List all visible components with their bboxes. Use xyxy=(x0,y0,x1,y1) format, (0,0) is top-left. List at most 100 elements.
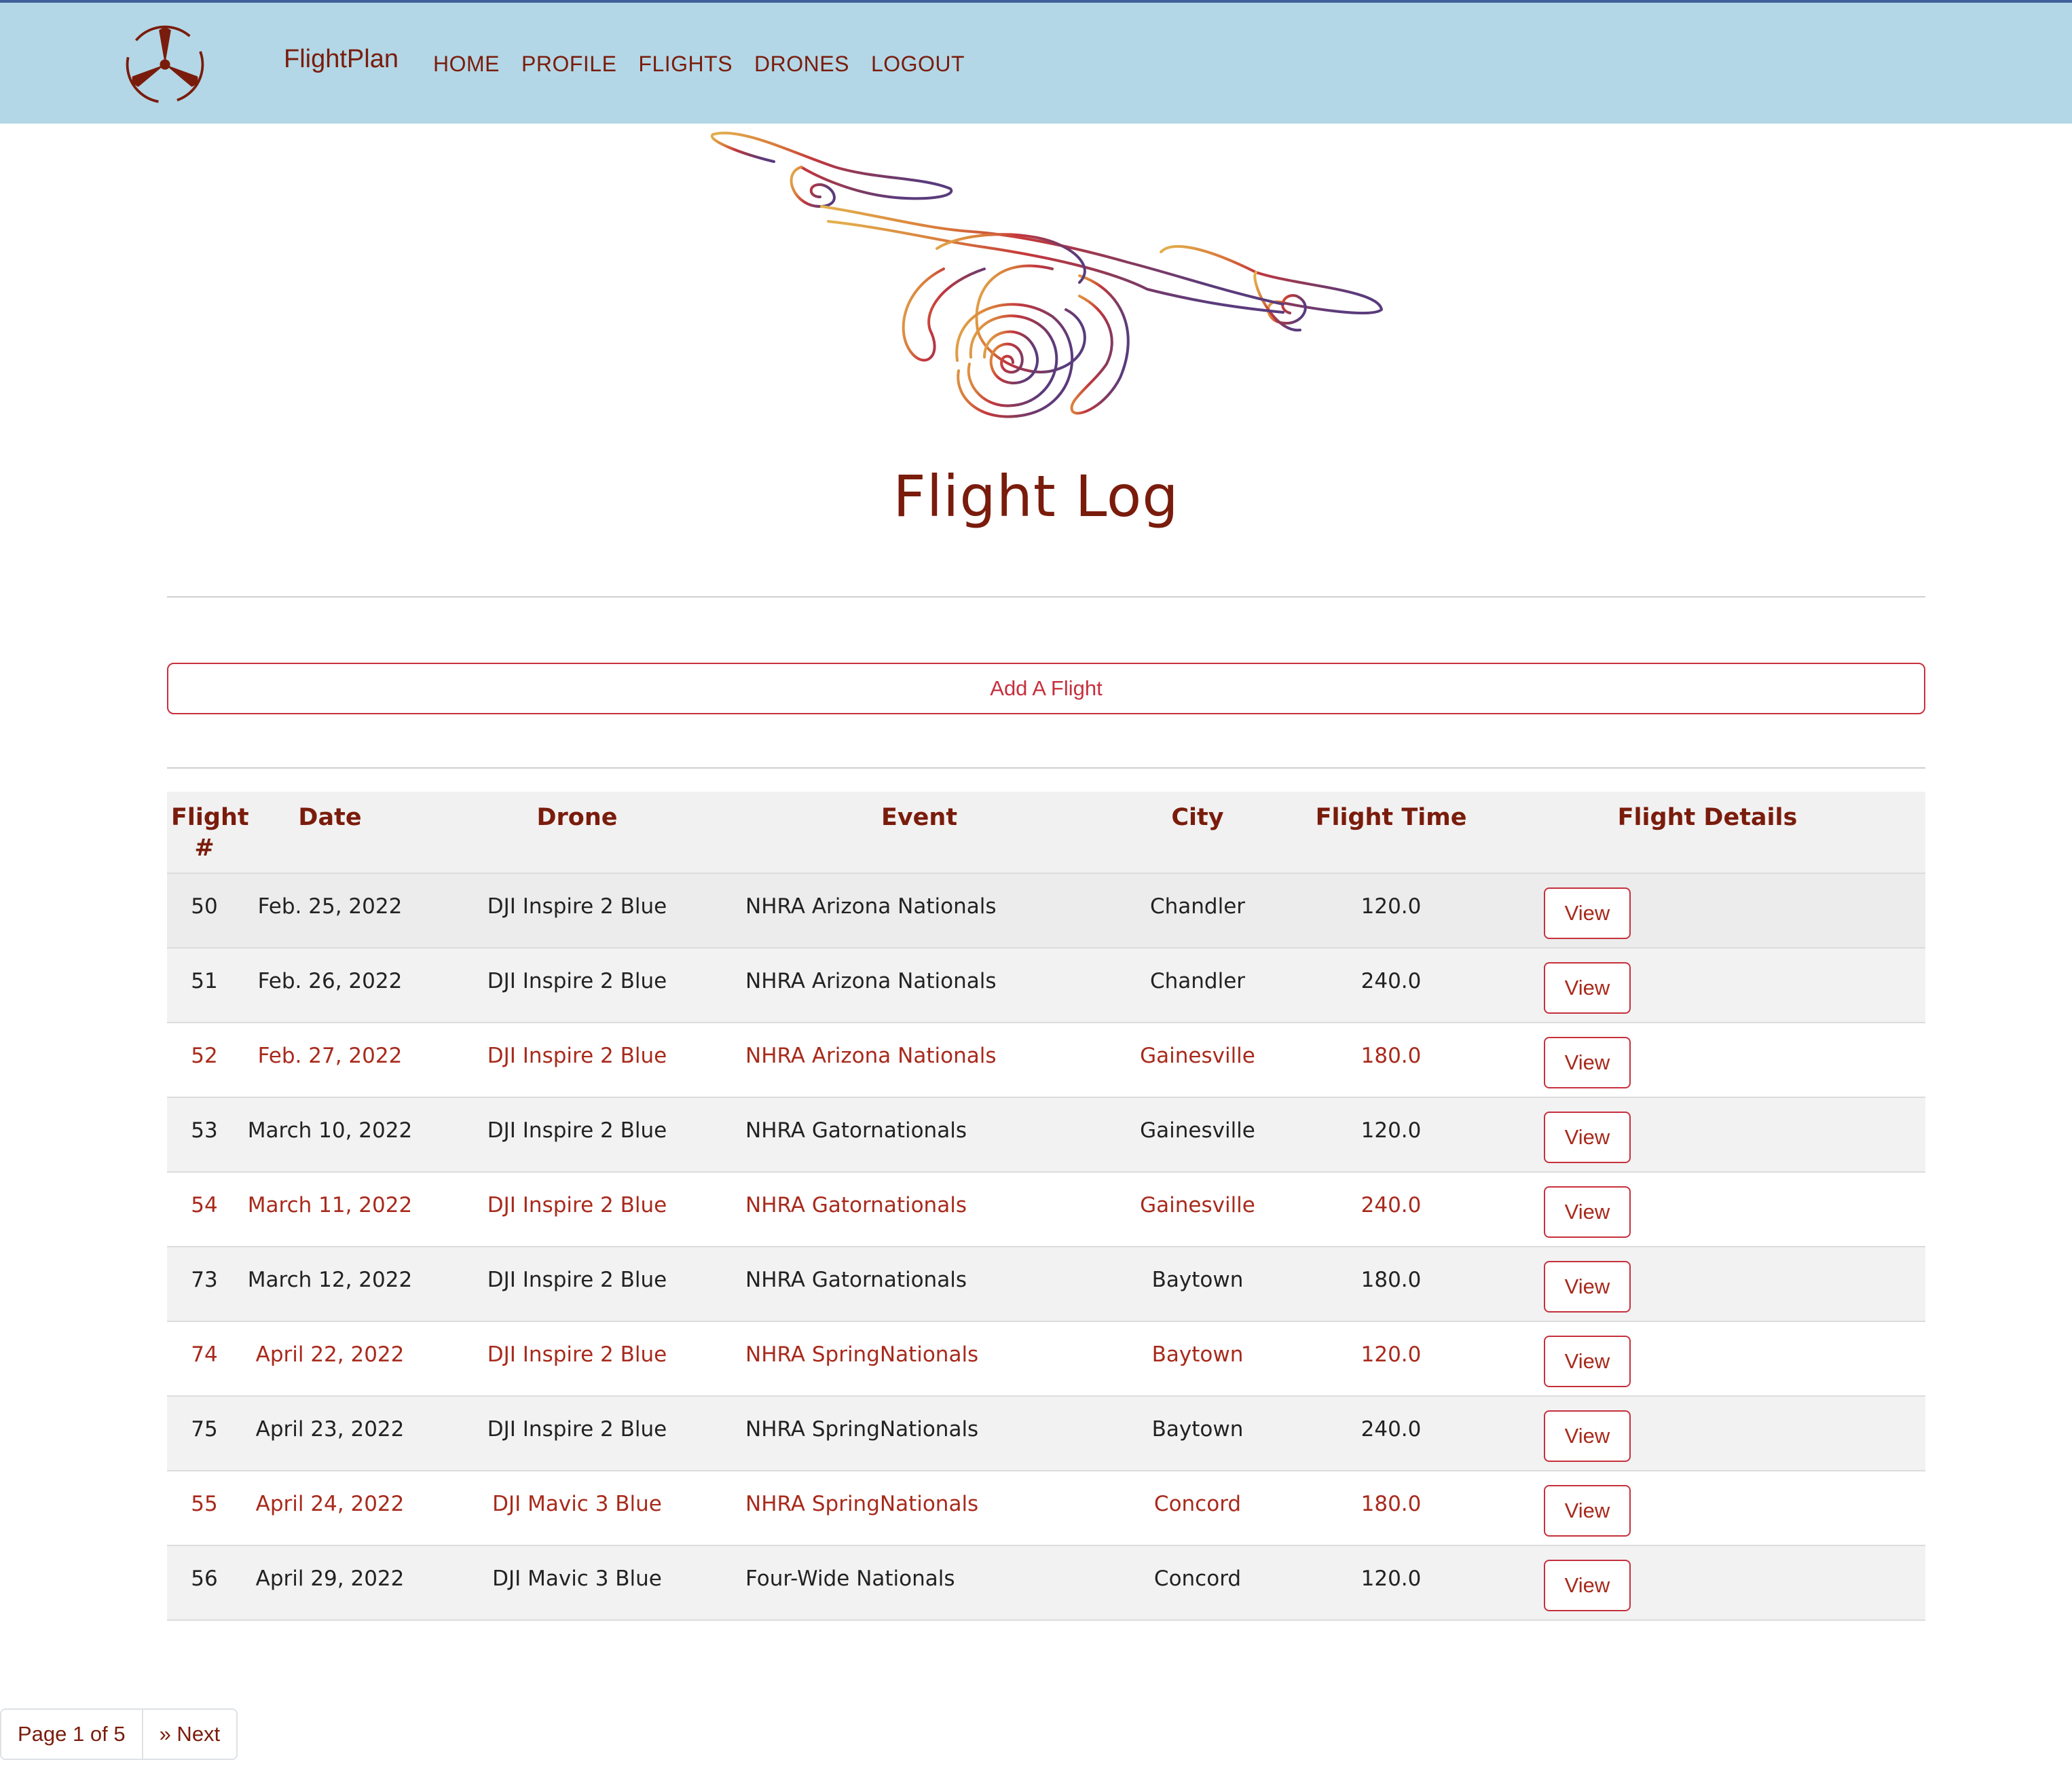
cell-event: NHRA SpringNationals xyxy=(736,1321,1103,1397)
view-flight-button[interactable]: View xyxy=(1544,1485,1631,1537)
cell-flight-number: 54 xyxy=(167,1172,242,1247)
cell-drone: DJI Mavic 3 Blue xyxy=(418,1471,736,1546)
table-row: 51 Feb. 26, 2022 DJI Inspire 2 Blue NHRA Ar… xyxy=(167,948,1925,1023)
cell-date: April 29, 2022 xyxy=(242,1545,418,1621)
table-row: 55 April 24, 2022 DJI Mavic 3 Blue NHRA Spr… xyxy=(167,1471,1925,1546)
cell-drone: DJI Inspire 2 Blue xyxy=(418,1247,736,1322)
cell-drone: DJI Inspire 2 Blue xyxy=(418,948,736,1023)
page-indicator: Page 1 of 5 xyxy=(1,1710,143,1759)
cell-event: NHRA Gatornationals xyxy=(736,1247,1103,1322)
cell-flight-details: View xyxy=(1490,873,1925,949)
cell-flight-time: 120.0 xyxy=(1293,873,1490,949)
nav-drones-link[interactable]: DRONES xyxy=(754,52,849,77)
cell-flight-details: View xyxy=(1490,1471,1925,1546)
cell-flight-number: 53 xyxy=(167,1097,242,1173)
cell-flight-time: 120.0 xyxy=(1293,1097,1490,1173)
table-row: 75 April 23, 2022 DJI Inspire 2 Blue NHRA S… xyxy=(167,1396,1925,1471)
next-page-link[interactable]: » Next xyxy=(143,1710,237,1759)
header-event[interactable]: Event xyxy=(736,792,1103,874)
cell-flight-time: 180.0 xyxy=(1293,1471,1490,1546)
table-row: 54 March 11, 2022 DJI Inspire 2 Blue NHRA G… xyxy=(167,1172,1925,1247)
view-flight-button[interactable]: View xyxy=(1544,962,1631,1014)
cell-flight-time: 240.0 xyxy=(1293,1172,1490,1247)
view-flight-button[interactable]: View xyxy=(1544,1261,1631,1313)
cell-flight-number: 74 xyxy=(167,1321,242,1397)
nav-logout-link[interactable]: LOGOUT xyxy=(871,52,965,77)
cell-event: NHRA Gatornationals xyxy=(736,1097,1103,1173)
cell-event: NHRA SpringNationals xyxy=(736,1471,1103,1546)
table-header-row: Flight # Date Drone Event City Flight Ti… xyxy=(167,792,1925,874)
view-flight-button[interactable]: View xyxy=(1544,1336,1631,1387)
table-row: 52 Feb. 27, 2022 DJI Inspire 2 Blue NHRA Ar… xyxy=(167,1023,1925,1098)
view-flight-button[interactable]: View xyxy=(1544,1560,1631,1611)
table-row: 74 April 22, 2022 DJI Inspire 2 Blue NHRA S… xyxy=(167,1321,1925,1397)
cell-event: NHRA Arizona Nationals xyxy=(736,1023,1103,1098)
cell-flight-time: 240.0 xyxy=(1293,1396,1490,1471)
cell-flight-number: 51 xyxy=(167,948,242,1023)
nav-flights-link[interactable]: FLIGHTS xyxy=(638,52,733,77)
view-flight-button[interactable]: View xyxy=(1544,1186,1631,1238)
header-flight-number[interactable]: Flight # xyxy=(167,792,249,874)
cell-date: April 22, 2022 xyxy=(242,1321,418,1397)
cell-flight-details: View xyxy=(1490,1097,1925,1173)
cell-event: NHRA SpringNationals xyxy=(736,1396,1103,1471)
cell-city: Gainesville xyxy=(1103,1097,1293,1173)
cell-date: April 24, 2022 xyxy=(242,1471,418,1546)
flights-table: Flight # Date Drone Event City Flight Ti… xyxy=(167,792,1925,1621)
view-flight-button[interactable]: View xyxy=(1544,1410,1631,1462)
cell-drone: DJI Inspire 2 Blue xyxy=(418,1396,736,1471)
cell-date: Feb. 26, 2022 xyxy=(242,948,418,1023)
cell-city: Chandler xyxy=(1103,873,1293,949)
cell-drone: DJI Inspire 2 Blue xyxy=(418,1172,736,1247)
cell-event: NHRA Arizona Nationals xyxy=(736,873,1103,949)
cell-flight-number: 73 xyxy=(167,1247,242,1322)
cell-flight-time: 180.0 xyxy=(1293,1247,1490,1322)
view-flight-button[interactable]: View xyxy=(1544,1037,1631,1088)
header-flight-time[interactable]: Flight Time xyxy=(1293,792,1490,874)
cell-date: March 12, 2022 xyxy=(242,1247,418,1322)
drone-line-art xyxy=(710,131,1383,418)
cell-flight-number: 55 xyxy=(167,1471,242,1546)
cell-flight-time: 240.0 xyxy=(1293,948,1490,1023)
cell-flight-time: 120.0 xyxy=(1293,1321,1490,1397)
cell-flight-details: View xyxy=(1490,1396,1925,1471)
header-date[interactable]: Date xyxy=(242,792,418,874)
divider xyxy=(167,596,1925,598)
cell-city: Chandler xyxy=(1103,948,1293,1023)
cell-city: Concord xyxy=(1103,1545,1293,1621)
table-row: 56 April 29, 2022 DJI Mavic 3 Blue Four-Wid… xyxy=(167,1545,1925,1621)
header-city[interactable]: City xyxy=(1103,792,1293,874)
table-row: 73 March 12, 2022 DJI Inspire 2 Blue NHRA G… xyxy=(167,1247,1925,1322)
add-flight-button[interactable]: Add A Flight xyxy=(167,663,1925,714)
cell-flight-number: 52 xyxy=(167,1023,242,1098)
cell-drone: DJI Inspire 2 Blue xyxy=(418,1321,736,1397)
cell-city: Baytown xyxy=(1103,1247,1293,1322)
cell-flight-number: 56 xyxy=(167,1545,242,1621)
cell-city: Gainesville xyxy=(1103,1023,1293,1098)
cell-date: March 11, 2022 xyxy=(242,1172,418,1247)
cell-flight-time: 180.0 xyxy=(1293,1023,1490,1098)
divider xyxy=(167,767,1925,769)
nav-profile-link[interactable]: PROFILE xyxy=(521,52,616,77)
cell-flight-details: View xyxy=(1490,1172,1925,1247)
view-flight-button[interactable]: View xyxy=(1544,1112,1631,1163)
view-flight-button[interactable]: View xyxy=(1544,887,1631,939)
cell-city: Baytown xyxy=(1103,1396,1293,1471)
cell-date: April 23, 2022 xyxy=(242,1396,418,1471)
cell-drone: DJI Inspire 2 Blue xyxy=(418,1097,736,1173)
cell-city: Concord xyxy=(1103,1471,1293,1546)
brand-link[interactable]: FlightPlan xyxy=(284,45,399,74)
cell-flight-details: View xyxy=(1490,1321,1925,1397)
nav-home-link[interactable]: HOME xyxy=(433,52,500,77)
header-flight-details[interactable]: Flight Details xyxy=(1490,792,1925,874)
cell-flight-details: View xyxy=(1490,948,1925,1023)
table-body: 50 Feb. 25, 2022 DJI Inspire 2 Blue NHRA Ar… xyxy=(167,873,1925,1621)
header-drone[interactable]: Drone xyxy=(418,792,736,874)
cell-drone: DJI Inspire 2 Blue xyxy=(418,873,736,949)
cell-event: Four-Wide Nationals xyxy=(736,1545,1103,1621)
page-title: Flight Log xyxy=(893,463,1179,530)
propeller-icon[interactable] xyxy=(122,22,208,107)
cell-flight-details: View xyxy=(1490,1023,1925,1098)
cell-city: Gainesville xyxy=(1103,1172,1293,1247)
pagination: Page 1 of 5 » Next xyxy=(0,1708,238,1760)
